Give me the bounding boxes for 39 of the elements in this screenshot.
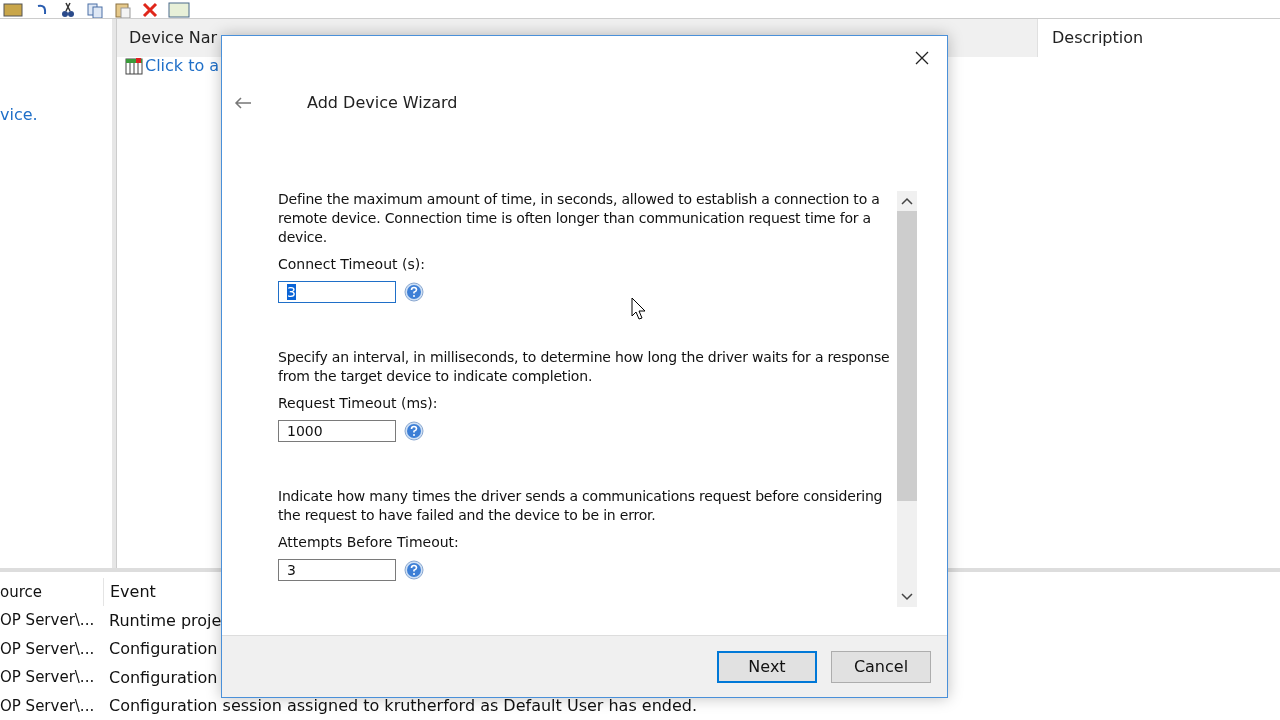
input-field[interactable]: 1000 <box>278 420 396 442</box>
field-label: Attempts Before Timeout: <box>278 533 460 551</box>
close-icon[interactable] <box>915 51 929 65</box>
add-device-icon <box>125 56 143 75</box>
scrollbar[interactable] <box>897 191 917 607</box>
back-arrow-icon[interactable] <box>234 97 252 109</box>
cut-icon[interactable] <box>60 1 76 18</box>
field-label: Connect Timeout (s): <box>278 255 426 273</box>
add-device-link[interactable]: vice. <box>0 104 38 124</box>
next-button[interactable]: Next <box>717 650 817 683</box>
table-cell-text: Runtime proje <box>108 610 222 630</box>
help-icon[interactable] <box>404 282 424 302</box>
column-header[interactable]: ource <box>0 582 103 601</box>
table-cell-text: OP Server\... <box>0 639 96 658</box>
cancel-button[interactable]: Cancel <box>831 650 931 683</box>
setting-description: Specify an interval, in milliseconds, to determine how long the driver waits for a response from the target device to indicate completion. <box>278 348 890 386</box>
table-cell-text: Configuration <box>108 639 218 659</box>
dialog-title: Add Device Wizard <box>307 93 458 112</box>
scroll-up-icon[interactable] <box>901 197 913 205</box>
scroll-down-icon[interactable] <box>901 593 913 601</box>
setting-description: Define the maximum amount of time, in seconds, allowed to establish a connection to a remote device. Connection time is often longer than communication request time for a device. <box>278 190 881 247</box>
input-field[interactable]: 3 <box>278 281 396 303</box>
help-icon[interactable] <box>404 421 424 441</box>
table-cell-text: OP Server\... <box>0 668 96 687</box>
table-cell-text: Configuration session assigned to krutherford as Default User has ended. <box>108 696 698 716</box>
add-device-link[interactable]: Click to a <box>145 56 220 76</box>
column-header[interactable]: Description <box>1037 18 1144 57</box>
delete-icon[interactable] <box>142 1 158 18</box>
mouse-cursor-icon <box>631 297 647 321</box>
field-label: Request Timeout (ms): <box>278 394 439 412</box>
paste-icon[interactable] <box>114 1 132 18</box>
table-cell-text: OP Server\... <box>0 696 96 715</box>
column-header[interactable]: Event <box>103 577 156 606</box>
input-field[interactable]: 3 <box>278 559 396 581</box>
help-icon[interactable] <box>404 560 424 580</box>
table-cell-text: OP Server\... <box>0 611 96 630</box>
table-cell-text: Configuration <box>108 667 218 687</box>
copy-icon[interactable] <box>86 1 104 18</box>
setting-description: Indicate how many times the driver sends a communications request before considering the request to have failed and the device to be in error. <box>278 487 884 525</box>
